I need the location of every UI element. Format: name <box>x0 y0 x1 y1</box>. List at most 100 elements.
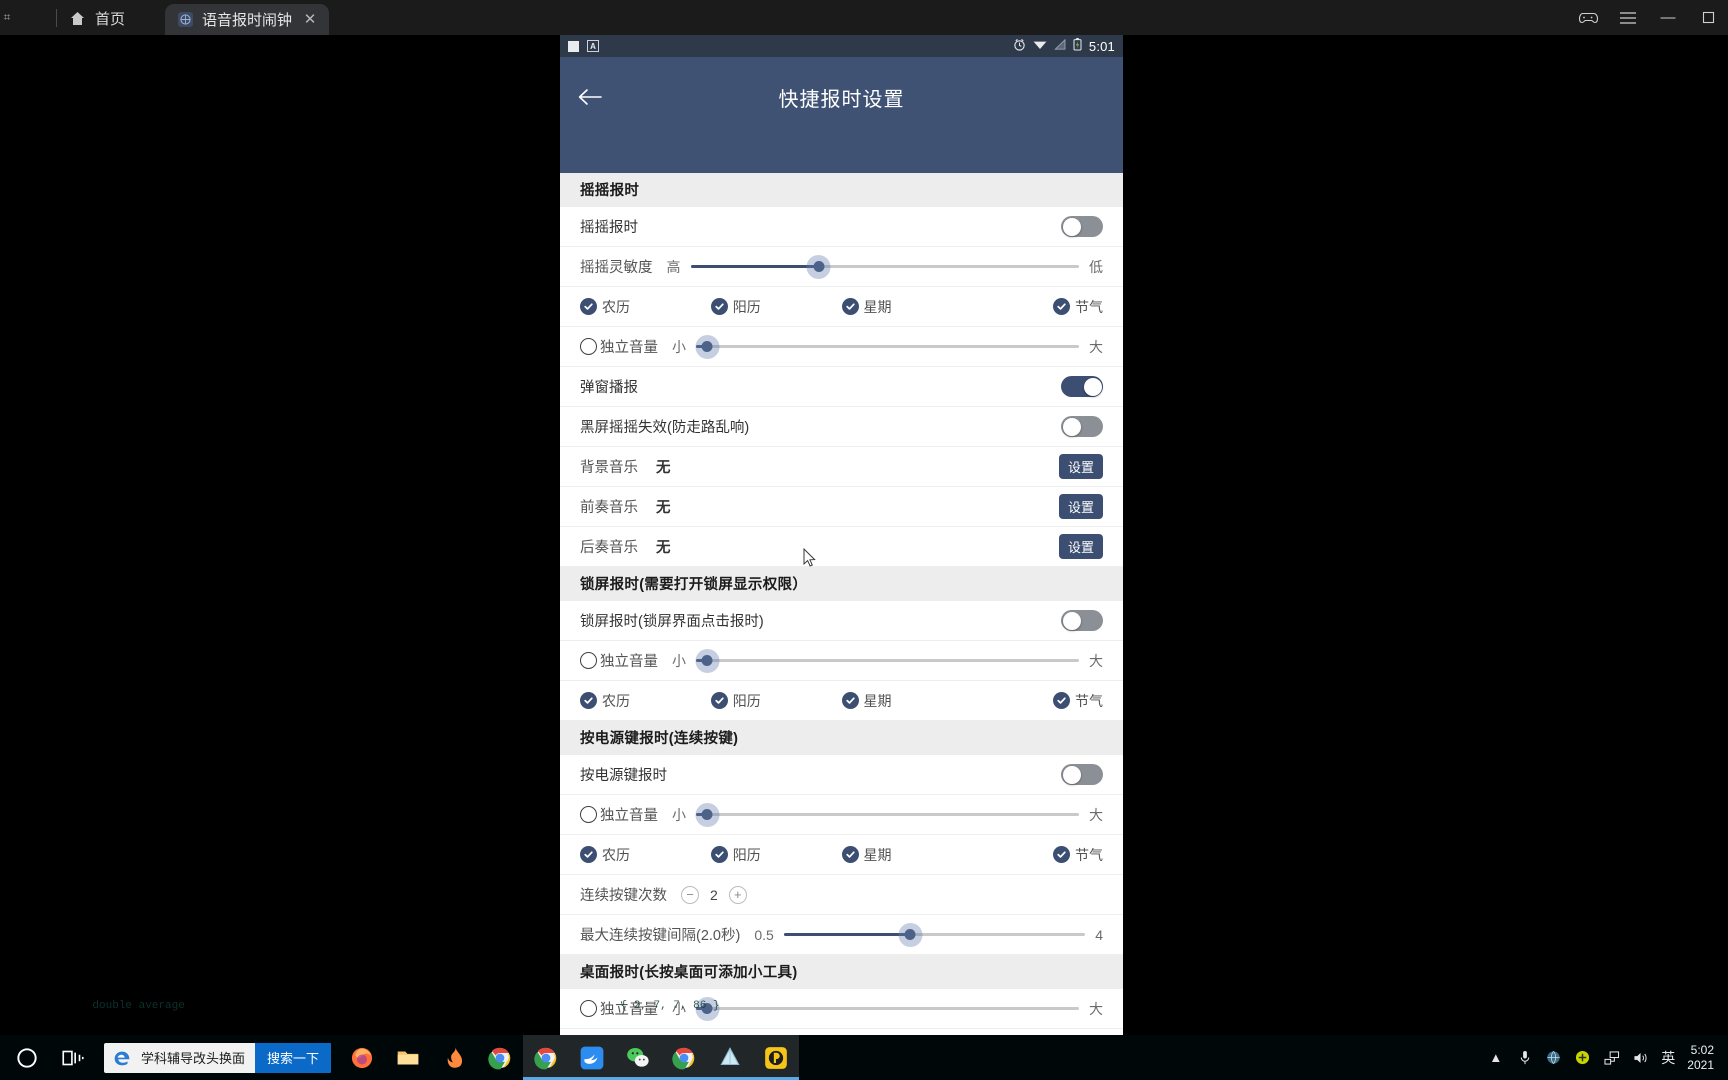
checkbox-节气[interactable]: 节气 <box>972 845 1103 865</box>
checkbox-row: 农历 阳历 星期 节气 <box>560 681 1123 721</box>
setting-row-toggle[interactable]: 黑屏摇摇失效(防走路乱响) <box>560 407 1123 447</box>
taskbar-app-chrome-1[interactable] <box>477 1035 523 1080</box>
toggle-switch[interactable] <box>1061 764 1103 785</box>
setting-row-slider[interactable]: 摇摇灵敏度高 低 <box>560 247 1123 287</box>
slider-thumb[interactable] <box>701 341 713 352</box>
hamburger-menu-icon[interactable] <box>1608 0 1648 35</box>
slider-end-label: 大 <box>1089 338 1103 355</box>
checkbox-星期[interactable]: 星期 <box>841 845 973 865</box>
toggle-switch[interactable] <box>1061 376 1103 397</box>
windows-start-icon[interactable] <box>4 1035 50 1080</box>
increment-button[interactable]: + <box>728 885 747 904</box>
taskbar-app-firefox[interactable] <box>339 1035 385 1080</box>
tray-clock[interactable]: 5:02 2021 <box>1687 1043 1714 1073</box>
setting-row-slider[interactable]: 最大连续按键间隔(2.0秒) 0.5 4 <box>560 915 1123 955</box>
tray-time: 5:02 <box>1690 1042 1714 1057</box>
gamepad-icon[interactable] <box>1568 0 1608 35</box>
quantity-stepper[interactable]: −2 + <box>681 885 747 904</box>
search-button[interactable]: 搜索一下 <box>255 1042 332 1073</box>
app-favicon-icon <box>178 12 194 27</box>
configure-button[interactable]: 设置 <box>1058 494 1103 519</box>
slider-fill <box>783 933 911 936</box>
checkbox-星期[interactable]: 星期 <box>841 691 973 711</box>
status-bar-clock: 5:01 <box>1088 38 1115 54</box>
setting-slider[interactable] <box>690 256 1079 278</box>
setting-row-music[interactable]: 背景音乐 无 设置 <box>560 447 1123 487</box>
volume-icon[interactable] <box>1632 1049 1649 1066</box>
checkbox-星期[interactable]: 星期 <box>841 297 973 317</box>
setting-row-toggle[interactable]: 按电源键报时 <box>560 755 1123 795</box>
checkbox-阳历[interactable]: 阳历 <box>710 691 842 711</box>
ime-indicator[interactable]: 英 <box>1661 1049 1675 1066</box>
volume-slider[interactable] <box>696 804 1079 826</box>
task-view-icon[interactable] <box>50 1035 96 1080</box>
setting-label: 独立音量 <box>600 340 658 356</box>
microphone-icon[interactable] <box>1516 1049 1533 1066</box>
setting-row-toggle[interactable]: 摇摇报时 <box>560 207 1123 247</box>
setting-row-music[interactable]: 后奏音乐 无 设置 <box>560 527 1123 567</box>
toggle-knob <box>1062 217 1081 236</box>
app-bar-filler <box>560 137 1123 173</box>
checkbox-农历[interactable]: 农历 <box>580 691 711 711</box>
setting-row-volume[interactable]: 独立音量小 大 <box>560 641 1123 681</box>
chevron-up-icon[interactable]: ▲ <box>1487 1049 1504 1066</box>
minimize-button[interactable]: — <box>1648 0 1688 35</box>
taskbar-app-bluebird[interactable] <box>569 1035 616 1080</box>
slider-thumb[interactable] <box>701 655 713 666</box>
checkbox-农历[interactable]: 农历 <box>580 297 711 317</box>
radio-icon[interactable] <box>580 806 597 823</box>
taskbar-app-wechat[interactable] <box>615 1035 662 1080</box>
toggle-switch[interactable] <box>1061 216 1103 237</box>
radio-icon[interactable] <box>580 652 597 669</box>
check-icon <box>710 692 728 709</box>
setting-label: 摇摇报时 <box>580 220 638 236</box>
checkbox-阳历[interactable]: 阳历 <box>710 297 842 317</box>
volume-slider[interactable] <box>696 336 1079 358</box>
letter-a-icon: A <box>587 40 599 52</box>
setting-row-toggle[interactable]: 弹窗播报 <box>560 367 1123 407</box>
back-arrow-icon[interactable] <box>572 79 608 115</box>
taskbar-app-flame[interactable] <box>431 1035 477 1080</box>
checkbox-节气[interactable]: 节气 <box>972 691 1103 711</box>
settings-scroll-area[interactable]: 摇摇报时 摇摇报时 摇摇灵敏度高低农历 阳历 星期 节气 独立音量小大弹窗播报 黑屏摇摇失效(… <box>560 173 1123 1035</box>
taskbar-app-chrome-3[interactable] <box>661 1035 708 1080</box>
slider-fill <box>690 265 819 268</box>
setting-row-volume[interactable]: 独立音量小 大 <box>560 327 1123 367</box>
network-icon[interactable] <box>1603 1049 1620 1066</box>
configure-button[interactable]: 设置 <box>1058 534 1103 559</box>
slider-track <box>696 813 1079 816</box>
checkbox-label: 星期 <box>863 692 892 709</box>
setting-row-stepper[interactable]: 连续按键次数 −2 + <box>560 875 1123 915</box>
search-box[interactable]: 学科辅导改头换面 搜索一下 <box>104 1042 332 1073</box>
volume-slider[interactable] <box>696 650 1079 672</box>
slider-thumb[interactable] <box>904 929 916 940</box>
globe-icon[interactable] <box>1545 1049 1562 1066</box>
taskbar-app-chrome-2[interactable] <box>523 1035 570 1080</box>
taskbar-app-notes[interactable] <box>707 1035 754 1080</box>
decrement-button[interactable]: − <box>681 885 699 904</box>
checkbox-label: 农历 <box>602 846 630 863</box>
radio-icon[interactable] <box>580 338 597 355</box>
add-icon[interactable] <box>1574 1049 1591 1066</box>
tab-voice-clock[interactable]: 语音报时闹钟 ✕ <box>165 4 330 35</box>
checkbox-阳历[interactable]: 阳历 <box>710 845 842 865</box>
toggle-switch[interactable] <box>1061 416 1103 437</box>
maximize-button[interactable] <box>1688 0 1728 35</box>
setting-label: 独立音量 <box>600 808 658 824</box>
checkbox-节气[interactable]: 节气 <box>972 297 1103 317</box>
taskbar-app-file-explorer[interactable] <box>385 1035 431 1080</box>
setting-row-toggle[interactable]: 锁屏报时(锁屏界面点击报时) <box>560 601 1123 641</box>
configure-button[interactable]: 设置 <box>1058 454 1103 479</box>
setting-row-music[interactable]: 前奏音乐 无 设置 <box>560 487 1123 527</box>
slider-thumb[interactable] <box>701 809 713 820</box>
setting-slider[interactable] <box>783 924 1086 946</box>
setting-row-volume[interactable]: 独立音量小 大 <box>560 795 1123 835</box>
taskbar-app-pyscript[interactable] <box>753 1035 800 1080</box>
home-tab[interactable]: 首页 <box>63 3 139 33</box>
slider-thumb[interactable] <box>813 261 825 272</box>
checkbox-label: 节气 <box>1075 692 1103 709</box>
toggle-switch[interactable] <box>1061 610 1103 631</box>
search-input-value[interactable]: 学科辅导改头换面 <box>133 1048 255 1067</box>
close-icon[interactable]: ✕ <box>301 11 319 29</box>
checkbox-农历[interactable]: 农历 <box>580 845 711 865</box>
